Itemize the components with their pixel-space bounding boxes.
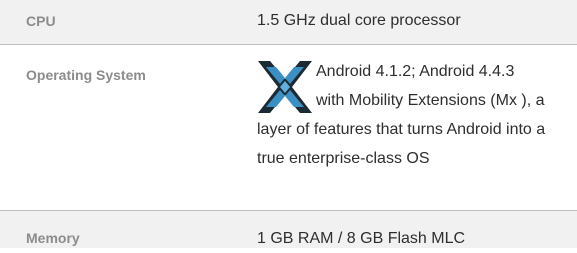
spec-row-operating-system: Operating System Android 4.1.2; Android … — [0, 44, 577, 211]
spec-value-cpu: 1.5 GHz dual core processor — [257, 12, 461, 29]
spec-label-cpu: CPU — [26, 13, 56, 29]
spec-label-operating-system: Operating System — [26, 67, 146, 83]
mx-extensions-logo-icon — [256, 59, 314, 115]
spec-value-operating-system: Android 4.1.2; Android 4.4.3 with Mobili… — [257, 57, 547, 173]
spec-label-memory: Memory — [26, 230, 80, 246]
spec-table: CPU 1.5 GHz dual core processor Operatin… — [0, 0, 577, 248]
spec-row-cpu: CPU 1.5 GHz dual core processor — [0, 0, 577, 44]
spec-row-memory: Memory 1 GB RAM / 8 GB Flash MLC — [0, 211, 577, 248]
spec-value-memory: 1 GB RAM / 8 GB Flash MLC — [257, 230, 466, 247]
